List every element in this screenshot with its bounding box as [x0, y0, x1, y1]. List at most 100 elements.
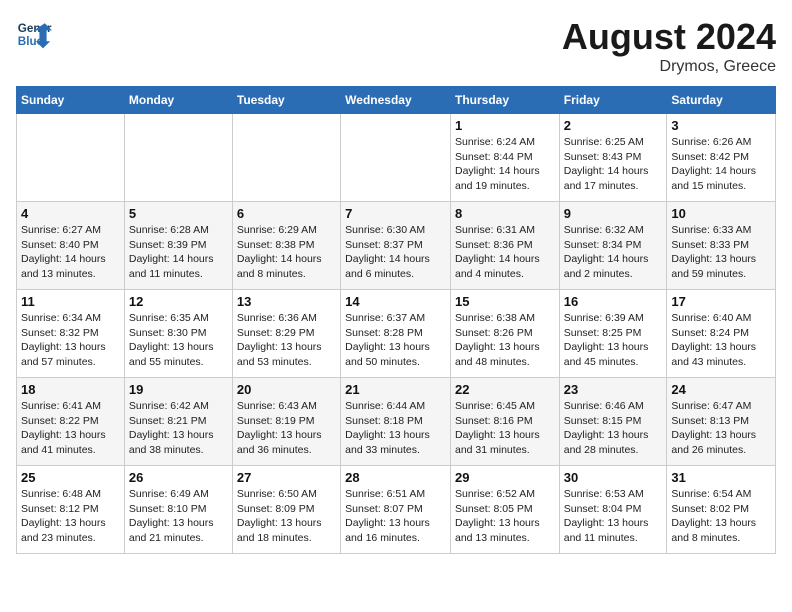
day-info: Sunrise: 6:43 AM Sunset: 8:19 PM Dayligh… — [237, 399, 336, 458]
calendar-cell: 15Sunrise: 6:38 AM Sunset: 8:26 PM Dayli… — [450, 290, 559, 378]
calendar-cell: 5 Sunrise: 6:28 AM Sunset: 8:39 PM Daylig… — [124, 202, 232, 290]
day-number: 11 — [21, 294, 120, 309]
calendar-cell: 27 Sunrise: 6:50 AM Sunset: 8:09 PM Dayli… — [232, 466, 340, 554]
day-info: Sunrise: 6:54 AM Sunset: 8:02 PM Dayligh… — [671, 487, 771, 546]
day-info: Sunrise: 6:28 AM Sunset: 8:39 PM Dayligh… — [129, 223, 228, 282]
day-info: Sunrise: 6:27 AM Sunset: 8:40 PM Dayligh… — [21, 223, 120, 282]
day-info: Sunrise: 6:53 AM Sunset: 8:04 PM Dayligh… — [564, 487, 663, 546]
calendar-week: 18Sunrise: 6:41 AM Sunset: 8:22 PM Dayli… — [17, 378, 776, 466]
day-number: 4 — [21, 206, 120, 221]
day-number: 16 — [564, 294, 663, 309]
day-number: 5 — [129, 206, 228, 221]
calendar-cell: 17 Sunrise: 6:40 AM Sunset: 8:24 PM Dayli… — [667, 290, 776, 378]
calendar-cell — [341, 114, 451, 202]
calendar-cell: 30 Sunrise: 6:53 AM Sunset: 8:04 PM Dayli… — [559, 466, 667, 554]
dow-header: Sunday — [17, 87, 125, 114]
calendar-cell: 29Sunrise: 6:52 AM Sunset: 8:05 PM Dayli… — [450, 466, 559, 554]
calendar-cell: 11 Sunrise: 6:34 AM Sunset: 8:32 PM Dayli… — [17, 290, 125, 378]
day-number: 20 — [237, 382, 336, 397]
day-number: 19 — [129, 382, 228, 397]
dow-header: Tuesday — [232, 87, 340, 114]
logo: General Blue — [16, 16, 52, 52]
calendar-cell — [232, 114, 340, 202]
day-info: Sunrise: 6:39 AM Sunset: 8:25 PM Dayligh… — [564, 311, 663, 370]
calendar-week: 4 Sunrise: 6:27 AM Sunset: 8:40 PM Daylig… — [17, 202, 776, 290]
day-info: Sunrise: 6:52 AM Sunset: 8:05 PM Dayligh… — [455, 487, 555, 546]
calendar-cell: 25 Sunrise: 6:48 AM Sunset: 8:12 PM Dayli… — [17, 466, 125, 554]
day-info: Sunrise: 6:25 AM Sunset: 8:43 PM Dayligh… — [564, 135, 663, 194]
day-number: 2 — [564, 118, 663, 133]
calendar-cell: 10 Sunrise: 6:33 AM Sunset: 8:33 PM Dayli… — [667, 202, 776, 290]
day-number: 10 — [671, 206, 771, 221]
title-block: August 2024 Drymos, Greece — [562, 16, 776, 76]
day-info: Sunrise: 6:37 AM Sunset: 8:28 PM Dayligh… — [345, 311, 446, 370]
day-number: 1 — [455, 118, 555, 133]
day-number: 15 — [455, 294, 555, 309]
dow-header: Saturday — [667, 87, 776, 114]
calendar-week: 1 Sunrise: 6:24 AM Sunset: 8:44 PM Daylig… — [17, 114, 776, 202]
day-number: 27 — [237, 470, 336, 485]
dow-header: Thursday — [450, 87, 559, 114]
day-info: Sunrise: 6:26 AM Sunset: 8:42 PM Dayligh… — [671, 135, 771, 194]
day-info: Sunrise: 6:49 AM Sunset: 8:10 PM Dayligh… — [129, 487, 228, 546]
dow-header: Monday — [124, 87, 232, 114]
calendar-table: SundayMondayTuesdayWednesdayThursdayFrid… — [16, 86, 776, 554]
day-info: Sunrise: 6:50 AM Sunset: 8:09 PM Dayligh… — [237, 487, 336, 546]
day-number: 26 — [129, 470, 228, 485]
day-info: Sunrise: 6:48 AM Sunset: 8:12 PM Dayligh… — [21, 487, 120, 546]
day-number: 21 — [345, 382, 446, 397]
calendar-body: 1 Sunrise: 6:24 AM Sunset: 8:44 PM Daylig… — [17, 114, 776, 554]
day-info: Sunrise: 6:47 AM Sunset: 8:13 PM Dayligh… — [671, 399, 771, 458]
dow-header: Friday — [559, 87, 667, 114]
day-info: Sunrise: 6:42 AM Sunset: 8:21 PM Dayligh… — [129, 399, 228, 458]
calendar-week: 25 Sunrise: 6:48 AM Sunset: 8:12 PM Dayli… — [17, 466, 776, 554]
calendar-cell: 4 Sunrise: 6:27 AM Sunset: 8:40 PM Daylig… — [17, 202, 125, 290]
day-number: 18 — [21, 382, 120, 397]
day-info: Sunrise: 6:45 AM Sunset: 8:16 PM Dayligh… — [455, 399, 555, 458]
calendar-cell: 18Sunrise: 6:41 AM Sunset: 8:22 PM Dayli… — [17, 378, 125, 466]
logo-icon: General Blue — [16, 16, 52, 52]
calendar-week: 11 Sunrise: 6:34 AM Sunset: 8:32 PM Dayli… — [17, 290, 776, 378]
calendar-cell: 6Sunrise: 6:29 AM Sunset: 8:38 PM Daylig… — [232, 202, 340, 290]
calendar-cell: 8Sunrise: 6:31 AM Sunset: 8:36 PM Daylig… — [450, 202, 559, 290]
calendar-cell: 9 Sunrise: 6:32 AM Sunset: 8:34 PM Daylig… — [559, 202, 667, 290]
day-info: Sunrise: 6:33 AM Sunset: 8:33 PM Dayligh… — [671, 223, 771, 282]
day-info: Sunrise: 6:44 AM Sunset: 8:18 PM Dayligh… — [345, 399, 446, 458]
page-header: General Blue August 2024 Drymos, Greece — [16, 16, 776, 76]
day-info: Sunrise: 6:31 AM Sunset: 8:36 PM Dayligh… — [455, 223, 555, 282]
day-number: 22 — [455, 382, 555, 397]
calendar-cell: 20 Sunrise: 6:43 AM Sunset: 8:19 PM Dayli… — [232, 378, 340, 466]
day-info: Sunrise: 6:34 AM Sunset: 8:32 PM Dayligh… — [21, 311, 120, 370]
day-info: Sunrise: 6:51 AM Sunset: 8:07 PM Dayligh… — [345, 487, 446, 546]
calendar-cell: 21 Sunrise: 6:44 AM Sunset: 8:18 PM Dayli… — [341, 378, 451, 466]
day-number: 6 — [237, 206, 336, 221]
day-number: 25 — [21, 470, 120, 485]
day-number: 17 — [671, 294, 771, 309]
calendar-cell — [17, 114, 125, 202]
day-info: Sunrise: 6:32 AM Sunset: 8:34 PM Dayligh… — [564, 223, 663, 282]
calendar-cell: 19 Sunrise: 6:42 AM Sunset: 8:21 PM Dayli… — [124, 378, 232, 466]
day-number: 12 — [129, 294, 228, 309]
location: Drymos, Greece — [562, 58, 776, 76]
calendar-cell: 22 Sunrise: 6:45 AM Sunset: 8:16 PM Dayli… — [450, 378, 559, 466]
day-number: 9 — [564, 206, 663, 221]
day-number: 7 — [345, 206, 446, 221]
calendar-cell: 16 Sunrise: 6:39 AM Sunset: 8:25 PM Dayli… — [559, 290, 667, 378]
calendar-cell: 1 Sunrise: 6:24 AM Sunset: 8:44 PM Daylig… — [450, 114, 559, 202]
day-info: Sunrise: 6:30 AM Sunset: 8:37 PM Dayligh… — [345, 223, 446, 282]
day-number: 13 — [237, 294, 336, 309]
calendar-cell — [124, 114, 232, 202]
calendar-cell: 24Sunrise: 6:47 AM Sunset: 8:13 PM Dayli… — [667, 378, 776, 466]
day-number: 30 — [564, 470, 663, 485]
day-info: Sunrise: 6:40 AM Sunset: 8:24 PM Dayligh… — [671, 311, 771, 370]
day-info: Sunrise: 6:24 AM Sunset: 8:44 PM Dayligh… — [455, 135, 555, 194]
calendar-cell: 14Sunrise: 6:37 AM Sunset: 8:28 PM Dayli… — [341, 290, 451, 378]
day-info: Sunrise: 6:36 AM Sunset: 8:29 PM Dayligh… — [237, 311, 336, 370]
calendar-cell: 3 Sunrise: 6:26 AM Sunset: 8:42 PM Daylig… — [667, 114, 776, 202]
day-number: 28 — [345, 470, 446, 485]
calendar-cell: 7 Sunrise: 6:30 AM Sunset: 8:37 PM Daylig… — [341, 202, 451, 290]
month-title: August 2024 — [562, 16, 776, 58]
day-number: 31 — [671, 470, 771, 485]
day-number: 3 — [671, 118, 771, 133]
calendar-cell: 31 Sunrise: 6:54 AM Sunset: 8:02 PM Dayli… — [667, 466, 776, 554]
